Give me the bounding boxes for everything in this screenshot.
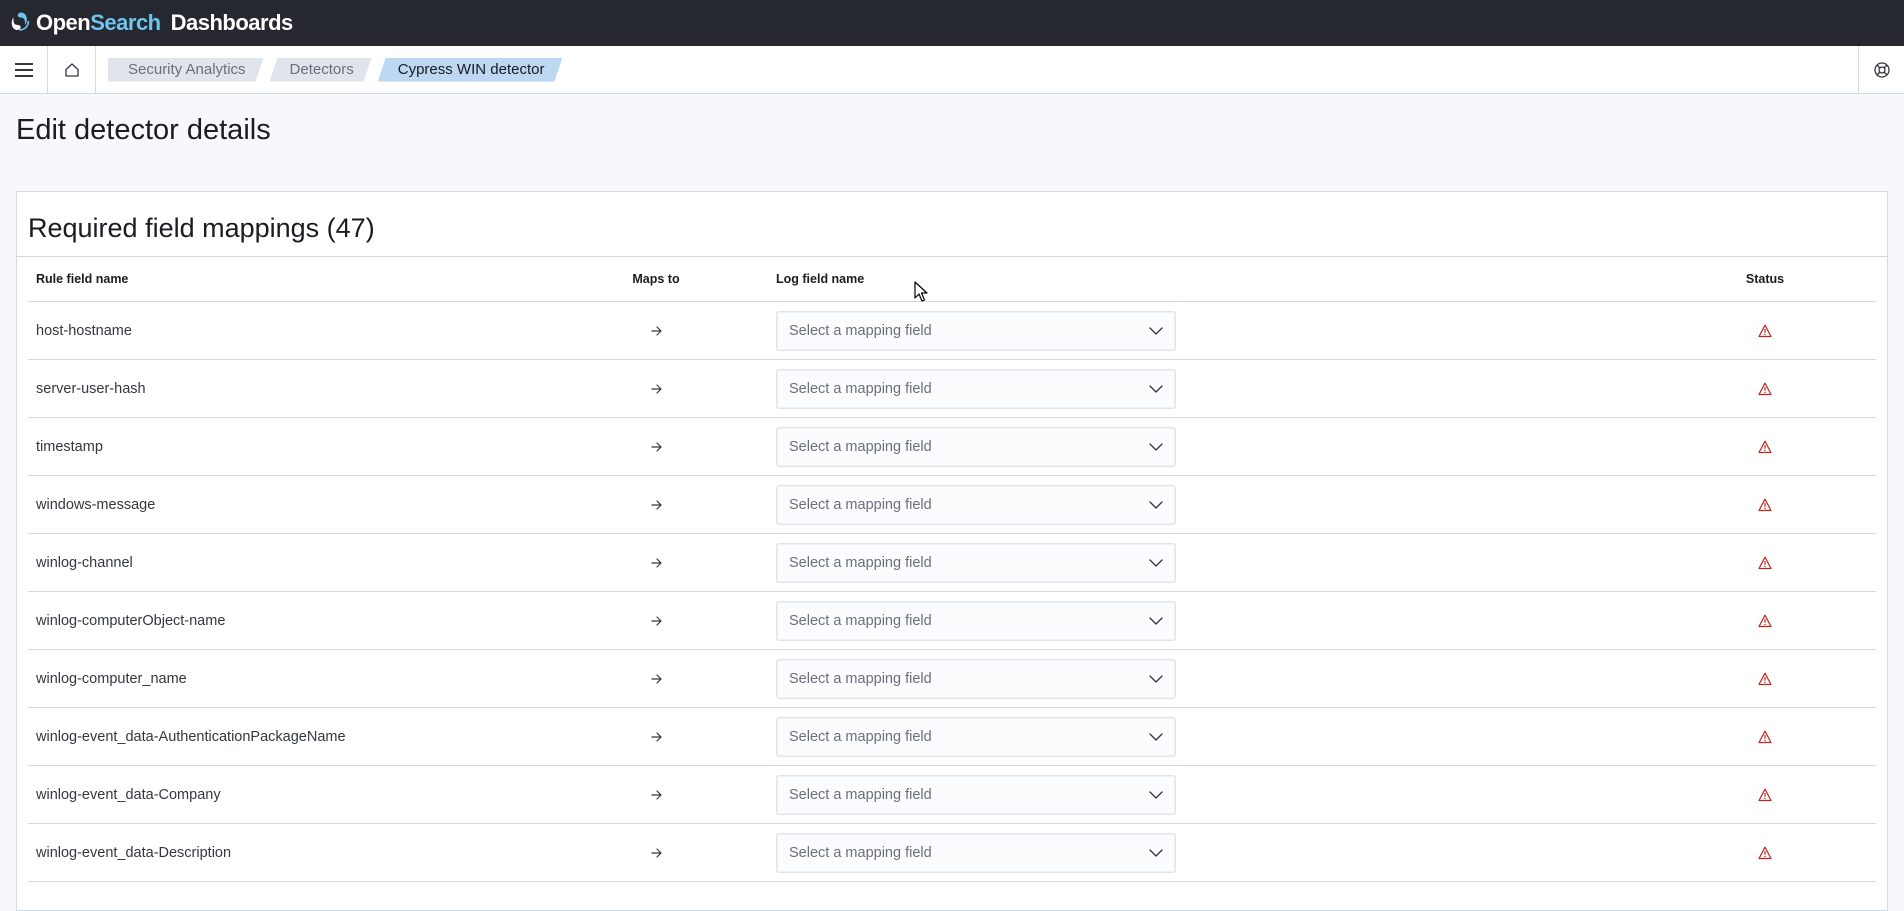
warning-icon <box>1725 788 1805 802</box>
mapping-field-select[interactable]: Select a mapping field <box>776 774 1176 815</box>
column-header-status: Status <box>1745 272 1785 286</box>
mapping-field-select[interactable]: Select a mapping field <box>776 310 1176 351</box>
opensearch-logo-icon <box>11 12 30 31</box>
select-placeholder: Select a mapping field <box>789 670 932 687</box>
chevron-down-icon <box>1149 790 1163 799</box>
chevron-down-icon <box>1149 326 1163 335</box>
chevron-down-icon <box>1149 384 1163 393</box>
table-row: windows-message Select a mapping field <box>28 476 1876 534</box>
field-mappings-panel: Required field mappings (47) Rule field … <box>16 191 1888 911</box>
mapping-field-select[interactable]: Select a mapping field <box>776 832 1176 873</box>
table-row: winlog-event_data-AuthenticationPackageN… <box>28 708 1876 766</box>
select-placeholder: Select a mapping field <box>789 728 932 745</box>
column-header-maps-to: Maps to <box>632 272 680 286</box>
mapping-field-select[interactable]: Select a mapping field <box>776 600 1176 641</box>
chevron-down-icon <box>1149 732 1163 741</box>
rule-field-name: winlog-computerObject-name <box>36 612 226 629</box>
breadcrumb-current-detector: Cypress WIN detector <box>378 58 563 82</box>
home-button[interactable] <box>48 45 96 94</box>
warning-icon <box>1725 382 1805 396</box>
help-icon <box>1873 62 1890 78</box>
rule-field-name: winlog-computer_name <box>36 670 187 687</box>
table-body: host-hostname Select a mapping field ser… <box>28 302 1876 882</box>
mapping-field-select[interactable]: Select a mapping field <box>776 426 1176 467</box>
page-title: Edit detector details <box>16 114 271 146</box>
arrow-right-icon <box>603 789 709 801</box>
rule-field-name: winlog-event_data-AuthenticationPackageN… <box>36 728 346 745</box>
help-button[interactable] <box>1858 46 1904 94</box>
select-placeholder: Select a mapping field <box>789 844 932 861</box>
chevron-down-icon <box>1149 558 1163 567</box>
mapping-field-select[interactable]: Select a mapping field <box>776 484 1176 525</box>
table-header: Rule field name Maps to Log field name S… <box>28 257 1876 302</box>
warning-icon <box>1725 556 1805 570</box>
warning-icon <box>1725 614 1805 628</box>
warning-icon <box>1725 846 1805 860</box>
chevron-down-icon <box>1149 848 1163 857</box>
breadcrumb: Security Analytics Detectors Cypress WIN… <box>108 58 568 82</box>
mouse-cursor-icon <box>914 281 928 302</box>
chevron-down-icon <box>1149 500 1163 509</box>
warning-icon <box>1725 324 1805 338</box>
home-icon <box>64 62 79 77</box>
arrow-right-icon <box>603 325 709 337</box>
arrow-right-icon <box>603 383 709 395</box>
rule-field-name: windows-message <box>36 496 156 513</box>
rule-field-name: winlog-channel <box>36 554 133 571</box>
column-header-rule-field[interactable]: Rule field name <box>36 272 128 286</box>
table-row: host-hostname Select a mapping field <box>28 302 1876 360</box>
warning-icon <box>1725 672 1805 686</box>
arrow-right-icon <box>603 499 709 511</box>
table-row: winlog-computer_name Select a mapping fi… <box>28 650 1876 708</box>
logo-open-text: Open <box>36 10 91 35</box>
navigation-bar: Security Analytics Detectors Cypress WIN… <box>0 45 1904 94</box>
arrow-right-icon <box>603 441 709 453</box>
select-placeholder: Select a mapping field <box>789 496 932 513</box>
mapping-field-select[interactable]: Select a mapping field <box>776 716 1176 757</box>
arrow-right-icon <box>603 557 709 569</box>
table-row: winlog-channel Select a mapping field <box>28 534 1876 592</box>
arrow-right-icon <box>603 615 709 627</box>
table-row: timestamp Select a mapping field <box>28 418 1876 476</box>
select-placeholder: Select a mapping field <box>789 786 932 803</box>
rule-field-name: winlog-event_data-Company <box>36 786 221 803</box>
select-placeholder: Select a mapping field <box>789 438 932 455</box>
logo-search-text: Search <box>90 10 161 35</box>
chevron-down-icon <box>1149 674 1163 683</box>
select-placeholder: Select a mapping field <box>789 612 932 629</box>
breadcrumb-security-analytics[interactable]: Security Analytics <box>108 58 264 82</box>
rule-field-name: server-user-hash <box>36 380 146 397</box>
mapping-field-select[interactable]: Select a mapping field <box>776 368 1176 409</box>
chevron-down-icon <box>1149 442 1163 451</box>
menu-icon <box>14 62 33 77</box>
menu-button[interactable] <box>0 45 48 94</box>
logo-dashboards-text: Dashboards <box>170 10 294 35</box>
table-row: winlog-computerObject-name Select a mapp… <box>28 592 1876 650</box>
mapping-field-select[interactable]: Select a mapping field <box>776 658 1176 699</box>
field-mappings-table: Rule field name Maps to Log field name S… <box>28 257 1876 882</box>
warning-icon <box>1725 730 1805 744</box>
table-row: winlog-event_data-Description Select a m… <box>28 824 1876 882</box>
arrow-right-icon <box>603 847 709 859</box>
select-placeholder: Select a mapping field <box>789 322 932 339</box>
column-header-log-field: Log field name <box>776 272 865 286</box>
top-header: OpenSearch Dashboards <box>0 0 1904 46</box>
panel-title: Required field mappings (47) <box>17 192 1887 257</box>
breadcrumb-detectors[interactable]: Detectors <box>270 58 372 82</box>
arrow-right-icon <box>603 673 709 685</box>
select-placeholder: Select a mapping field <box>789 380 932 397</box>
rule-field-name: winlog-event_data-Description <box>36 844 232 861</box>
warning-icon <box>1725 440 1805 454</box>
table-row: server-user-hash Select a mapping field <box>28 360 1876 418</box>
mapping-field-select[interactable]: Select a mapping field <box>776 542 1176 583</box>
rule-field-name: host-hostname <box>36 322 132 339</box>
rule-field-name: timestamp <box>36 438 103 455</box>
warning-icon <box>1725 498 1805 512</box>
arrow-right-icon <box>603 731 709 743</box>
select-placeholder: Select a mapping field <box>789 554 932 571</box>
chevron-down-icon <box>1149 616 1163 625</box>
opensearch-logo[interactable]: OpenSearch Dashboards <box>10 10 293 36</box>
table-row: winlog-event_data-Company Select a mappi… <box>28 766 1876 824</box>
